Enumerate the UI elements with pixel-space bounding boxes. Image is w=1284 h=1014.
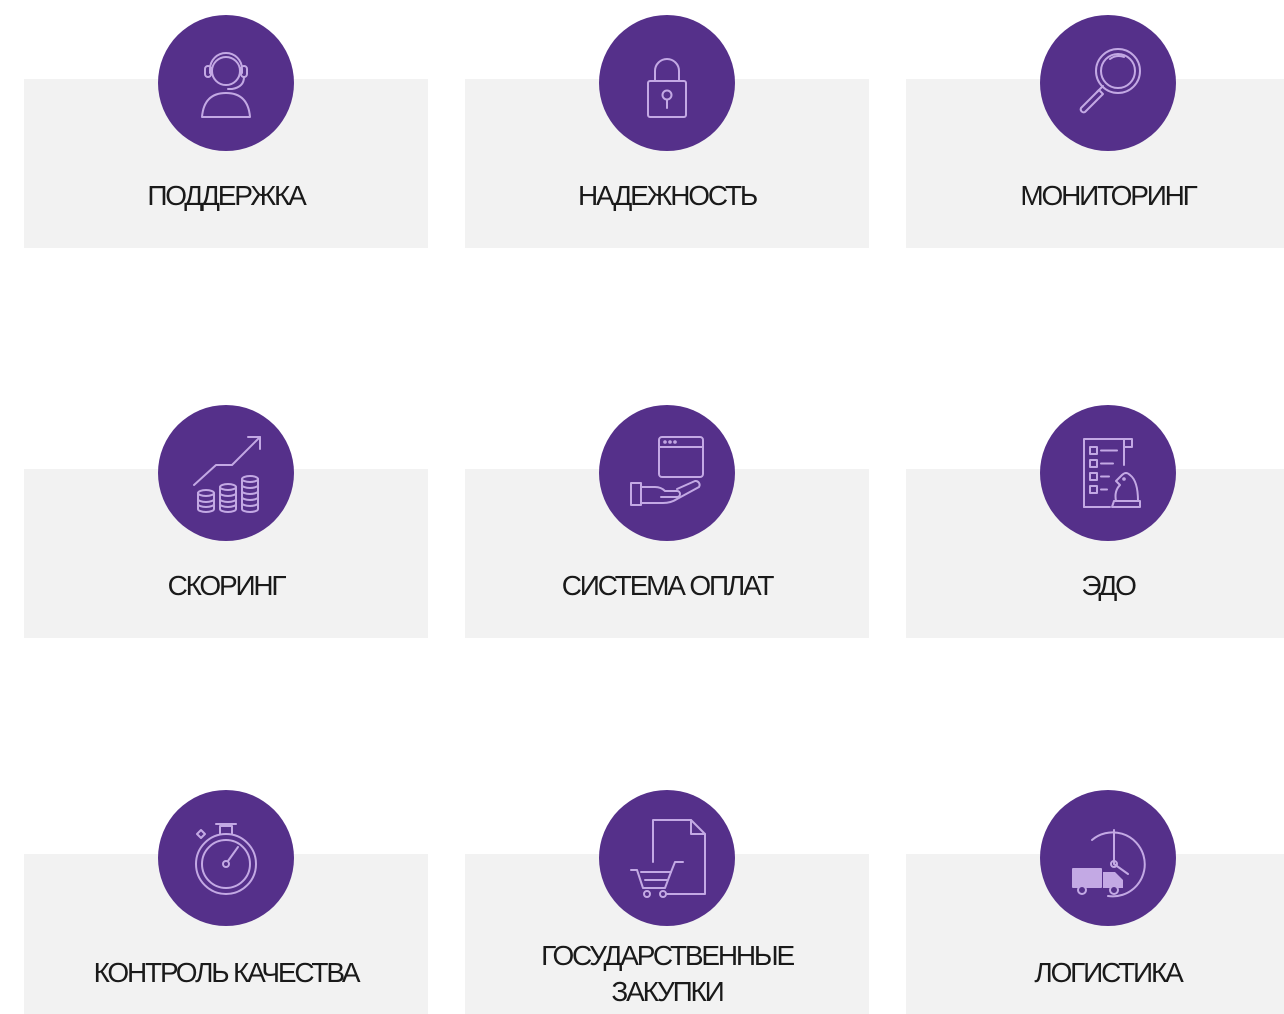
feature-label-line-2: ЗАКУПКИ: [611, 976, 724, 1007]
truck-clock-icon: [1072, 829, 1146, 898]
icon-badge: [158, 405, 294, 541]
icon-badge: [599, 15, 735, 151]
icon-badge: [158, 790, 294, 926]
icon-badge: [599, 405, 735, 541]
feature-label: СКОРИНГ: [167, 570, 287, 601]
feature-label: КОНТРОЛЬ КАЧЕСТВА: [93, 957, 361, 988]
feature-label: ЭДО: [1081, 570, 1137, 601]
stopwatch-icon: [195, 823, 257, 895]
document-chess-knight-icon: [1083, 438, 1141, 508]
feature-label: СИСТЕМА ОПЛАТ: [561, 570, 775, 601]
icon-badge: [1040, 790, 1176, 926]
feature-label: НАДЕЖНОСТЬ: [577, 180, 758, 211]
feature-label-line-1: ГОСУДАРСТВЕННЫЕ: [541, 940, 795, 971]
feature-label: ЛОГИСТИКА: [1034, 957, 1183, 988]
magnifier-icon: [1079, 48, 1141, 114]
headset-operator-icon: [201, 52, 251, 118]
icon-badge: [599, 790, 735, 926]
icon-badge: [158, 15, 294, 151]
padlock-icon: [647, 58, 687, 118]
icon-badge: [1040, 15, 1176, 151]
feature-label: МОНИТОРИНГ: [1020, 180, 1197, 211]
icon-badge: [1040, 405, 1176, 541]
feature-label: ПОДДЕРЖКА: [147, 180, 306, 211]
hand-browser-window-icon: [630, 436, 704, 506]
document-shopping-cart-icon: [630, 819, 706, 898]
growth-chart-coins-icon: [193, 436, 261, 513]
